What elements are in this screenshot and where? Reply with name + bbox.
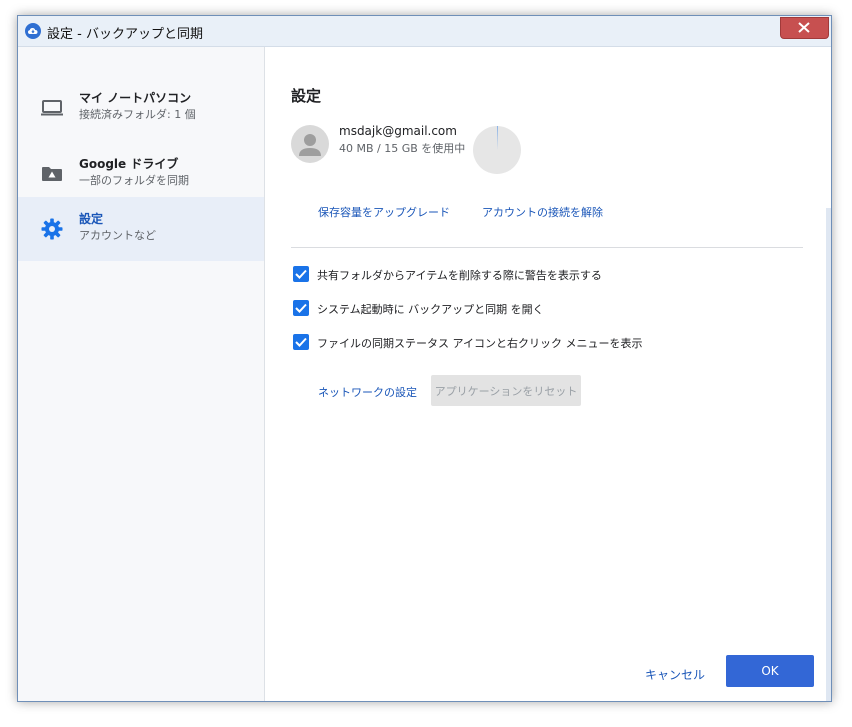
- close-icon[interactable]: [798, 22, 810, 33]
- checkbox-label: システム起動時に バックアップと同期 を開く: [317, 303, 544, 316]
- ok-button[interactable]: OK: [726, 655, 814, 687]
- close-button[interactable]: [780, 17, 829, 39]
- sidebar-item-subtitle: アカウントなど: [79, 229, 156, 242]
- checkmark-icon: [295, 337, 307, 347]
- sidebar-item-title: Google ドライブ: [79, 157, 179, 171]
- gear-icon: [40, 217, 64, 241]
- person-icon: [299, 134, 321, 156]
- window-title: 設定 - バックアップと同期: [47, 27, 203, 42]
- checkbox[interactable]: [293, 266, 309, 282]
- checkmark-icon: [295, 269, 307, 279]
- drive-folder-icon: [40, 162, 64, 186]
- sidebar: マイ ノートパソコン 接続済みフォルダ: 1 個 Google ドライブ 一部の…: [18, 47, 265, 701]
- sidebar-item-title: マイ ノートパソコン: [79, 91, 192, 105]
- disconnect-account-link[interactable]: アカウントの接続を解除: [482, 204, 603, 220]
- upgrade-storage-link[interactable]: 保存容量をアップグレード: [318, 204, 450, 220]
- network-settings-link[interactable]: ネットワークの設定: [318, 384, 417, 400]
- checkbox[interactable]: [293, 334, 309, 350]
- divider: [291, 247, 803, 248]
- checkbox[interactable]: [293, 300, 309, 316]
- page-title: 設定: [291, 87, 322, 105]
- laptop-icon: [40, 96, 64, 120]
- storage-pie-chart: [473, 125, 521, 174]
- cancel-button[interactable]: キャンセル: [645, 666, 705, 683]
- settings-window: 設定 - バックアップと同期 マイ ノートパソコン 接続済みフォルダ: 1 個: [17, 15, 832, 702]
- sidebar-item-my-laptop[interactable]: マイ ノートパソコン 接続済みフォルダ: 1 個: [18, 76, 264, 140]
- sidebar-item-title: 設定: [79, 212, 104, 226]
- sidebar-item-settings[interactable]: 設定 アカウントなど: [18, 197, 264, 261]
- cloud-icon: [25, 23, 41, 39]
- checkmark-icon: [295, 303, 307, 313]
- reset-application-button[interactable]: アプリケーションをリセット: [431, 375, 581, 406]
- title-bar: 設定 - バックアップと同期: [18, 16, 831, 47]
- checkbox-label: 共有フォルダからアイテムを削除する際に警告を表示する: [317, 269, 602, 282]
- sidebar-item-subtitle: 接続済みフォルダ: 1 個: [79, 108, 196, 121]
- settings-panel: 設定 msdajk@gmail.com 40 MB / 15 GB を使用中 保…: [265, 47, 831, 701]
- sidebar-item-subtitle: 一部のフォルダを同期: [79, 174, 189, 187]
- account-email: msdajk@gmail.com: [339, 124, 457, 138]
- storage-usage: 40 MB / 15 GB を使用中: [339, 142, 466, 155]
- avatar: [291, 125, 329, 163]
- checkbox-label: ファイルの同期ステータス アイコンと右クリック メニューを表示: [317, 337, 643, 350]
